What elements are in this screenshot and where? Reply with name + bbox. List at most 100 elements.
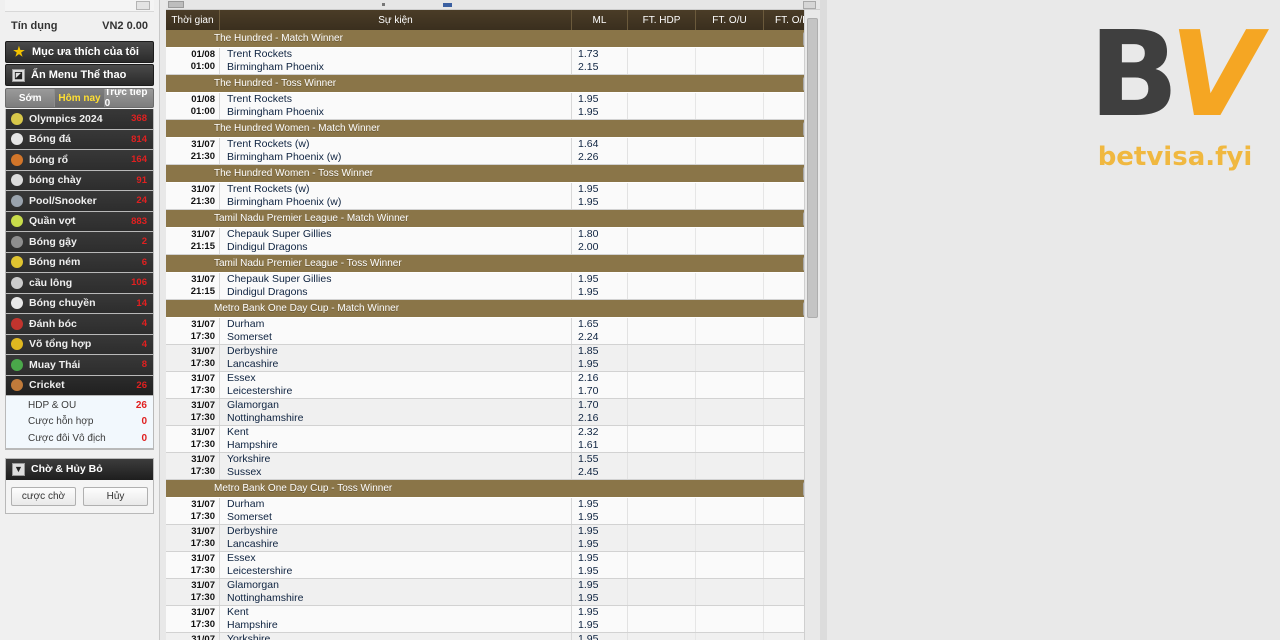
- hide-sports-menu-button[interactable]: ◪ Ẩn Menu Thể thao: [5, 64, 154, 86]
- match-row[interactable]: 31/0717:30YorkshireSussex1.552.45: [166, 453, 820, 480]
- time-filter-tab-1[interactable]: Hôm nay: [55, 89, 104, 107]
- hdp-odds-cell[interactable]: [628, 138, 696, 164]
- league-group-header[interactable]: Metro Bank One Day Cup - Match Winner↻: [166, 300, 820, 318]
- match-row[interactable]: 31/0717:30DerbyshireLancashire1.951.95: [166, 525, 820, 552]
- hdp-odds-cell[interactable]: [628, 93, 696, 119]
- ou-odds-cell[interactable]: [696, 453, 764, 479]
- home-odds[interactable]: 1.95: [578, 606, 627, 619]
- ou-odds-cell[interactable]: [696, 552, 764, 578]
- match-row[interactable]: 31/0717:30EssexLeicestershire2.161.70: [166, 372, 820, 399]
- hdp-odds-cell[interactable]: [628, 273, 696, 299]
- away-odds[interactable]: 2.15: [578, 61, 627, 74]
- sport-item-3[interactable]: bóng chày91: [6, 171, 153, 192]
- league-group-header[interactable]: The Hundred - Toss Winner↻: [166, 75, 820, 93]
- ou-odds-cell[interactable]: [696, 372, 764, 398]
- sport-item-0[interactable]: Olympics 2024368: [6, 109, 153, 130]
- match-row[interactable]: 31/0717:30DurhamSomerset1.652.24: [166, 318, 820, 345]
- league-group-header[interactable]: The Hundred Women - Match Winner↻: [166, 120, 820, 138]
- sport-item-4[interactable]: Pool/Snooker24: [6, 191, 153, 212]
- match-row[interactable]: 31/0721:30Trent Rockets (w)Birmingham Ph…: [166, 183, 820, 210]
- moneyline-odds-cell[interactable]: 1.802.00: [572, 228, 628, 254]
- home-odds[interactable]: 1.70: [578, 399, 627, 412]
- panel-toggle-icon[interactable]: ▼: [12, 463, 25, 476]
- home-odds[interactable]: 1.95: [578, 552, 627, 565]
- home-odds[interactable]: 1.80: [578, 228, 627, 241]
- moneyline-odds-cell[interactable]: 1.951.95: [572, 498, 628, 524]
- sport-item-6[interactable]: Bóng gậy2: [6, 232, 153, 253]
- moneyline-odds-cell[interactable]: 1.951.95: [572, 606, 628, 632]
- hdp-odds-cell[interactable]: [628, 372, 696, 398]
- sport-item-9[interactable]: Bóng chuyền14: [6, 294, 153, 315]
- hdp-odds-cell[interactable]: [628, 633, 696, 640]
- away-odds[interactable]: 2.16: [578, 412, 627, 425]
- home-odds[interactable]: 1.95: [578, 498, 627, 511]
- match-row[interactable]: 31/0717:30DerbyshireLancashire1.851.95: [166, 345, 820, 372]
- ou-odds-cell[interactable]: [696, 318, 764, 344]
- home-odds[interactable]: 1.95: [578, 579, 627, 592]
- moneyline-odds-cell[interactable]: 1.851.95: [572, 345, 628, 371]
- away-odds[interactable]: 1.70: [578, 385, 627, 398]
- window-control-stub[interactable]: [136, 1, 150, 10]
- league-group-header[interactable]: Tamil Nadu Premier League - Toss Winner↻: [166, 255, 820, 273]
- moneyline-odds-cell[interactable]: 1.951.95: [572, 273, 628, 299]
- ou-odds-cell[interactable]: [696, 138, 764, 164]
- hdp-odds-cell[interactable]: [628, 579, 696, 605]
- away-odds[interactable]: 1.95: [578, 286, 627, 299]
- cancel-bets-button[interactable]: Hủy: [83, 487, 148, 506]
- home-odds[interactable]: 1.95: [578, 183, 627, 196]
- home-odds[interactable]: 2.32: [578, 426, 627, 439]
- time-filter-tab-2[interactable]: Trực tiếp 0: [105, 89, 153, 107]
- ou-odds-cell[interactable]: [696, 426, 764, 452]
- home-odds[interactable]: 1.73: [578, 48, 627, 61]
- toolbar-stub-item-4[interactable]: [803, 1, 816, 9]
- away-odds[interactable]: 1.61: [578, 439, 627, 452]
- favorites-button[interactable]: ★ Mục ưa thích của tôi: [5, 41, 154, 63]
- moneyline-odds-cell[interactable]: 1.732.15: [572, 48, 628, 74]
- sport-item-1[interactable]: Bóng đá814: [6, 130, 153, 151]
- match-row[interactable]: 31/0717:30KentHampshire2.321.61: [166, 426, 820, 453]
- ou-odds-cell[interactable]: [696, 606, 764, 632]
- ou-odds-cell[interactable]: [696, 633, 764, 640]
- ou-odds-cell[interactable]: [696, 498, 764, 524]
- moneyline-odds-cell[interactable]: 1.951.95: [572, 525, 628, 551]
- hdp-odds-cell[interactable]: [628, 318, 696, 344]
- hdp-odds-cell[interactable]: [628, 525, 696, 551]
- sport-item-11[interactable]: Võ tổng hợp4: [6, 335, 153, 356]
- moneyline-odds-cell[interactable]: 1.552.45: [572, 453, 628, 479]
- toolbar-stub-item-1[interactable]: [168, 1, 184, 8]
- home-odds[interactable]: 1.95: [578, 273, 627, 286]
- hdp-odds-cell[interactable]: [628, 48, 696, 74]
- hdp-odds-cell[interactable]: [628, 345, 696, 371]
- home-odds[interactable]: 1.55: [578, 453, 627, 466]
- moneyline-odds-cell[interactable]: 1.951.95: [572, 183, 628, 209]
- hdp-odds-cell[interactable]: [628, 453, 696, 479]
- away-odds[interactable]: 1.95: [578, 565, 627, 578]
- moneyline-odds-cell[interactable]: 1.652.24: [572, 318, 628, 344]
- sport-item-10[interactable]: Đánh bóc4: [6, 314, 153, 335]
- match-row[interactable]: 31/0717:30EssexLeicestershire1.951.95: [166, 552, 820, 579]
- moneyline-odds-cell[interactable]: 1.951.95: [572, 579, 628, 605]
- time-filter-tab-0[interactable]: Sớm: [6, 89, 55, 107]
- away-odds[interactable]: 1.95: [578, 106, 627, 119]
- home-odds[interactable]: 1.95: [578, 93, 627, 106]
- match-row[interactable]: 31/0717:30DurhamSomerset1.951.95: [166, 498, 820, 525]
- submenu-item-1[interactable]: Cược hỗn hợp0: [6, 414, 153, 431]
- sport-item-5[interactable]: Quần vợt883: [6, 212, 153, 233]
- moneyline-odds-cell[interactable]: 1.951.95: [572, 93, 628, 119]
- scrollbar-thumb[interactable]: [807, 18, 818, 318]
- moneyline-odds-cell[interactable]: 1.951.95: [572, 633, 628, 640]
- league-group-header[interactable]: The Hundred - Match Winner↻: [166, 30, 820, 48]
- ou-odds-cell[interactable]: [696, 579, 764, 605]
- away-odds[interactable]: 1.95: [578, 538, 627, 551]
- match-row[interactable]: 31/0717:30GlamorganNottinghamshire1.951.…: [166, 579, 820, 606]
- sport-item-8[interactable]: cầu lông106: [6, 273, 153, 294]
- away-odds[interactable]: 2.45: [578, 466, 627, 479]
- home-odds[interactable]: 1.65: [578, 318, 627, 331]
- ou-odds-cell[interactable]: [696, 183, 764, 209]
- home-odds[interactable]: 1.95: [578, 633, 627, 640]
- moneyline-odds-cell[interactable]: 1.642.26: [572, 138, 628, 164]
- match-row[interactable]: 31/0721:30Trent Rockets (w)Birmingham Ph…: [166, 138, 820, 165]
- submenu-item-2[interactable]: Cược đôi Vô địch0: [6, 430, 153, 447]
- away-odds[interactable]: 1.95: [578, 592, 627, 605]
- league-group-header[interactable]: Metro Bank One Day Cup - Toss Winner↻: [166, 480, 820, 498]
